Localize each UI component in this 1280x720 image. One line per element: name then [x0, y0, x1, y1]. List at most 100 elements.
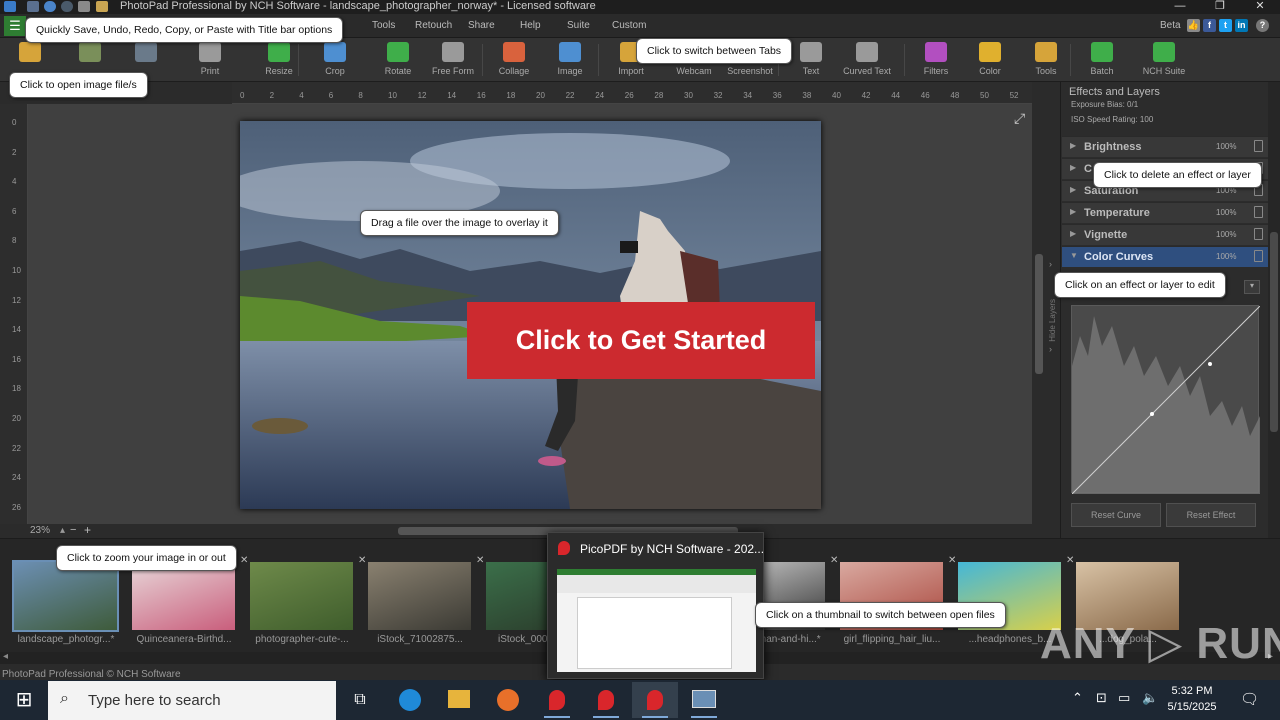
fullscreen-icon[interactable]: ⤢: [1014, 110, 1025, 127]
hamburger-menu-icon[interactable]: ☰: [4, 16, 26, 36]
thumbnail-label[interactable]: Quinceanera-Birthd...: [125, 634, 243, 645]
photopad-button[interactable]: [681, 682, 727, 718]
menu-share[interactable]: Share: [468, 20, 495, 31]
panel-collapse-handle[interactable]: › Hide Layers ›: [1046, 104, 1060, 524]
chevron-right-icon[interactable]: ▶: [1070, 163, 1076, 172]
thumbnail-image[interactable]: [132, 562, 235, 630]
scroll-thumb[interactable]: [1270, 232, 1278, 432]
redo-icon[interactable]: [61, 1, 73, 12]
chevron-down-icon[interactable]: ▼: [1070, 251, 1078, 260]
tool-rotate-button[interactable]: Rotate: [368, 38, 428, 82]
scroll-left-icon[interactable]: ◂: [3, 651, 8, 662]
hide-layers-label[interactable]: Hide Layers: [1048, 299, 1057, 342]
trash-icon[interactable]: [1254, 228, 1263, 240]
effect-opacity[interactable]: 100%: [1216, 252, 1236, 261]
copy-icon[interactable]: [78, 1, 90, 12]
close-thumbnail-icon[interactable]: ✕: [830, 555, 838, 566]
thumbnail-image[interactable]: [368, 562, 471, 630]
tool-crop-button[interactable]: Crop: [305, 38, 365, 82]
paste-icon[interactable]: [96, 1, 108, 12]
tool-free-form-button[interactable]: Free Form: [423, 38, 483, 82]
window-preview-thumbnail[interactable]: [557, 569, 756, 672]
nch-app-button-1[interactable]: [534, 682, 580, 718]
close-button[interactable]: ✕: [1240, 0, 1280, 14]
effect-row[interactable]: ▶ Brightness 100%: [1062, 136, 1268, 157]
menu-custom[interactable]: Custom: [612, 20, 646, 31]
effect-row[interactable]: ▶ Vignette 100%: [1062, 224, 1268, 245]
firefox-button[interactable]: [485, 682, 531, 718]
trash-icon[interactable]: [1254, 250, 1263, 262]
linkedin-icon[interactable]: in: [1235, 19, 1248, 32]
trash-icon[interactable]: [1254, 206, 1263, 218]
chevron-right-icon[interactable]: ›: [1049, 259, 1052, 269]
maximize-button[interactable]: ❐: [1200, 0, 1240, 14]
thumbnail-label[interactable]: photographer-cute-...: [243, 634, 361, 645]
edge-button[interactable]: [387, 682, 433, 718]
tool-collage-button[interactable]: Collage: [484, 38, 544, 82]
meet-now-icon[interactable]: ⊡: [1096, 690, 1107, 706]
thumbnail-label[interactable]: iStock_71002875...: [361, 634, 479, 645]
panel-scrollbar[interactable]: [1268, 82, 1280, 538]
task-view-button[interactable]: ⧉: [337, 682, 383, 718]
chevron-right-icon[interactable]: ▶: [1070, 229, 1076, 238]
taskbar-search-input[interactable]: Type here to search: [48, 681, 336, 720]
zoom-in-icon[interactable]: +: [84, 523, 91, 537]
clock[interactable]: 5:32 PM 5/15/2025: [1158, 683, 1226, 715]
file-explorer-button[interactable]: [436, 682, 482, 718]
chevron-right-icon[interactable]: ▶: [1070, 141, 1076, 150]
effect-opacity[interactable]: 100%: [1216, 208, 1236, 217]
tool-batch-button[interactable]: Batch: [1072, 38, 1132, 82]
trash-icon[interactable]: [1254, 140, 1263, 152]
chevron-up-icon[interactable]: ⌃: [1072, 690, 1083, 706]
color-curve-editor[interactable]: [1071, 305, 1261, 495]
picopdf-button[interactable]: [632, 682, 678, 718]
close-thumbnail-icon[interactable]: ✕: [1066, 555, 1074, 566]
effect-row[interactable]: ▶ Temperature 100%: [1062, 202, 1268, 223]
notification-icon[interactable]: 🗨: [1240, 690, 1259, 708]
save-icon[interactable]: [27, 1, 39, 12]
zoom-up-icon[interactable]: ▴: [60, 525, 65, 536]
tool-nch-suite-button[interactable]: NCH Suite: [1134, 38, 1194, 82]
canvas-horizontal-scrollbar[interactable]: [28, 524, 1032, 538]
menu-suite[interactable]: Suite: [567, 20, 590, 31]
effect-row[interactable]: ▼ Color Curves 100%: [1062, 246, 1268, 267]
menu-tools[interactable]: Tools: [372, 20, 395, 31]
thumbnail-label[interactable]: landscape_photogr...*: [7, 634, 125, 645]
start-button[interactable]: ⊞: [0, 680, 48, 720]
minimize-button[interactable]: —: [1160, 0, 1200, 14]
nch-app-button-2[interactable]: [583, 682, 629, 718]
close-thumbnail-icon[interactable]: ✕: [358, 555, 366, 566]
tool-filters-button[interactable]: Filters: [906, 38, 966, 82]
tool-image-button[interactable]: Image: [540, 38, 600, 82]
network-icon[interactable]: ▭: [1118, 690, 1130, 706]
chevron-right-icon[interactable]: ▶: [1070, 185, 1076, 194]
chevron-right-icon[interactable]: ›: [1049, 344, 1052, 354]
tool-tools-button[interactable]: Tools: [1016, 38, 1076, 82]
scroll-thumb[interactable]: [1035, 254, 1043, 374]
tool-curved-text-button[interactable]: Curved Text: [837, 38, 897, 82]
volume-icon[interactable]: 🔈: [1142, 690, 1158, 706]
close-thumbnail-icon[interactable]: ✕: [948, 555, 956, 566]
canvas-vertical-scrollbar[interactable]: [1032, 104, 1046, 524]
tool-color-button[interactable]: Color: [960, 38, 1020, 82]
tool-print-button[interactable]: Print: [180, 38, 240, 82]
thumbnail-label[interactable]: girl_flipping_hair_liu...: [833, 634, 951, 645]
facebook-icon[interactable]: f: [1203, 19, 1216, 32]
get-started-button[interactable]: Click to Get Started: [467, 302, 815, 379]
chevron-right-icon[interactable]: ▶: [1070, 207, 1076, 216]
tool-resize-button[interactable]: Resize: [249, 38, 309, 82]
reset-effect-button[interactable]: Reset Effect: [1166, 503, 1256, 527]
thumbnail-image[interactable]: [250, 562, 353, 630]
effect-opacity[interactable]: 100%: [1216, 142, 1236, 151]
chevron-down-icon[interactable]: ▾: [1244, 280, 1260, 294]
menu-retouch[interactable]: Retouch: [415, 20, 452, 31]
twitter-icon[interactable]: t: [1219, 19, 1232, 32]
menu-help[interactable]: Help: [520, 20, 541, 31]
thumbnail-image[interactable]: [12, 560, 119, 632]
close-thumbnail-icon[interactable]: ✕: [476, 555, 484, 566]
taskbar-preview-popup[interactable]: PicoPDF by NCH Software - 202...: [547, 532, 764, 679]
close-thumbnail-icon[interactable]: ✕: [240, 555, 248, 566]
undo-icon[interactable]: [44, 1, 56, 12]
zoom-out-icon[interactable]: −: [70, 524, 76, 536]
help-icon[interactable]: ?: [1256, 19, 1269, 32]
